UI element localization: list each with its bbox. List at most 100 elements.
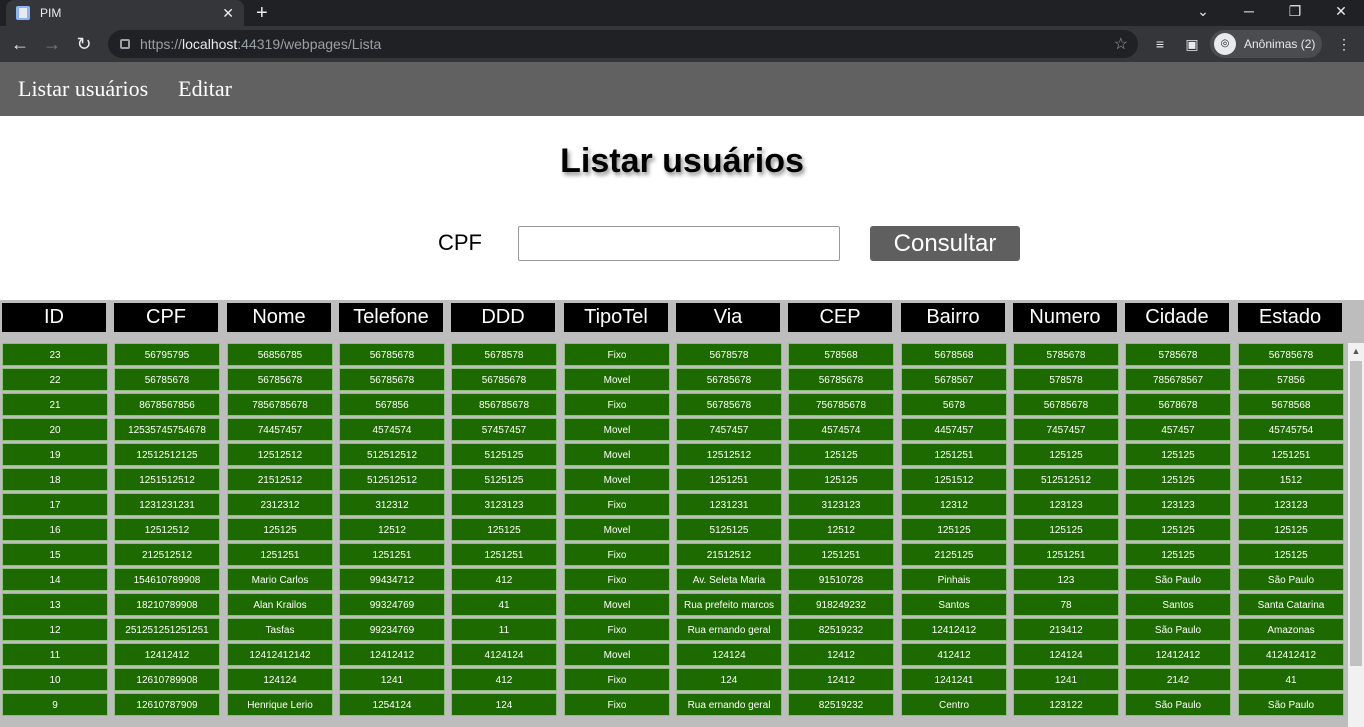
table-cell: 56785678 [1013, 393, 1119, 416]
table-cell: 18 [2, 468, 108, 491]
table-cell: 21 [2, 393, 108, 416]
table-cell: 7457457 [1013, 418, 1119, 441]
table-cell: 56785678 [676, 393, 782, 416]
table-cell: São Paulo [1125, 693, 1231, 716]
users-table: ID CPF Nome Telefone DDD TipoTel Via CEP Bairro N… [0, 300, 1364, 727]
table-cell: 12512 [788, 518, 894, 541]
scroll-thumb[interactable] [1350, 361, 1362, 666]
table-cell: 1251512512 [114, 468, 220, 491]
table-cell: 20 [2, 418, 108, 441]
table-cell: 12535745754678 [114, 418, 220, 441]
app-nav: Listar usuários Editar [0, 62, 1364, 116]
table-cell: São Paulo [1238, 693, 1344, 716]
browser-menu-icon[interactable]: ⋮ [1334, 34, 1354, 54]
table-cell: Fixo [564, 393, 670, 416]
table-cell: 45745754 [1238, 418, 1344, 441]
media-queue-icon[interactable]: ≡ [1150, 34, 1170, 54]
table-cell: 1251251 [1013, 543, 1119, 566]
table-cell: 125125 [901, 518, 1007, 541]
table-cell: 125125 [788, 443, 894, 466]
table-cell: 4457457 [901, 418, 1007, 441]
table-cell: 1251512 [901, 468, 1007, 491]
table-cell: 312312 [339, 493, 445, 516]
page-favicon-icon [16, 6, 30, 20]
table-cell: 41 [451, 593, 557, 616]
table-cell: 8678567856 [114, 393, 220, 416]
profile-label: Anônimas (2) [1244, 37, 1316, 51]
table-cell: 125125 [451, 518, 557, 541]
close-tab-icon[interactable]: ✕ [222, 5, 234, 22]
table-cell: 125125 [788, 468, 894, 491]
table-cell: 12512 [339, 518, 445, 541]
back-arrow-icon[interactable]: ← [8, 32, 32, 56]
table-cell: 2142 [1125, 668, 1231, 691]
table-cell: Alan Krailos [227, 593, 333, 616]
reload-icon[interactable]: ↻ [72, 32, 96, 56]
restore-icon[interactable]: ❐ [1280, 0, 1310, 26]
incognito-profile-button[interactable]: ◎ Anônimas (2) [1210, 30, 1322, 58]
consultar-button[interactable]: Consultar [870, 226, 1020, 261]
scroll-up-icon[interactable]: ▲ [1348, 343, 1364, 359]
table-cell: Fixo [564, 543, 670, 566]
address-bar[interactable]: https://localhost:44319/webpages/Lista ☆ [108, 30, 1138, 58]
table-cell: 56785678 [227, 368, 333, 391]
table-scrollbar[interactable]: ▲ [1348, 343, 1364, 727]
table-cell: 125125 [1125, 518, 1231, 541]
table-cell: 7457457 [676, 418, 782, 441]
table-cell: 5125125 [451, 468, 557, 491]
table-cell: 12 [2, 618, 108, 641]
table-cell: 12512512 [676, 443, 782, 466]
table-row: 22 56785678 56785678 56785678 56785678 Movel 5… [0, 368, 1348, 393]
table-row: 13 18210789908 Alan Krailos 99324769 41 Movel… [0, 593, 1348, 618]
bookmark-star-icon[interactable]: ☆ [1114, 34, 1128, 54]
table-cell: Movel [564, 518, 670, 541]
forward-arrow-icon[interactable]: → [40, 32, 64, 56]
column-header-via: Via [676, 303, 780, 332]
table-cell: 5678578 [451, 343, 557, 366]
minimize-icon[interactable]: ─ [1234, 0, 1264, 26]
table-cell: 74457457 [227, 418, 333, 441]
table-cell: Tasfas [227, 618, 333, 641]
table-cell: Santa Catarina [1238, 593, 1344, 616]
table-row: 9 12610787909 Henrique Lerio 1254124 124 Fixo… [0, 693, 1348, 718]
table-cell: 5678678 [1125, 393, 1231, 416]
table-cell: 12412412 [1125, 643, 1231, 666]
nav-editar[interactable]: Editar [178, 76, 232, 102]
table-cell: 21512512 [676, 543, 782, 566]
table-cell: Fixo [564, 343, 670, 366]
table-cell: 12512512 [114, 518, 220, 541]
nav-listar-usuarios[interactable]: Listar usuários [18, 76, 148, 102]
table-cell: 99234769 [339, 618, 445, 641]
table-row: 12 251251251251251 Tasfas 99234769 11 Fixo Rua… [0, 618, 1348, 643]
table-cell: 1254124 [339, 693, 445, 716]
table-cell: 56785678 [339, 368, 445, 391]
table-cell: Movel [564, 368, 670, 391]
table-cell: São Paulo [1238, 568, 1344, 591]
table-cell: 3123123 [451, 493, 557, 516]
table-cell: 56785678 [676, 368, 782, 391]
close-window-icon[interactable]: ✕ [1326, 0, 1356, 26]
table-row: 21 8678567856 7856785678 567856 856785678 Fix… [0, 393, 1348, 418]
browser-tab[interactable]: PIM ✕ [6, 0, 244, 26]
column-header-bairro: Bairro [901, 303, 1005, 332]
url-host: localhost [182, 36, 238, 52]
table-cell: 78 [1013, 593, 1119, 616]
table-cell: 5678568 [1238, 393, 1344, 416]
column-header-id: ID [2, 303, 106, 332]
table-cell: 124124 [227, 668, 333, 691]
table-cell: 5785678 [1125, 343, 1231, 366]
table-row: 18 1251512512 21512512 512512512 5125125 Move… [0, 468, 1348, 493]
table-cell: 123123 [1125, 493, 1231, 516]
table-cell: 99434712 [339, 568, 445, 591]
table-cell: 12312 [901, 493, 1007, 516]
cpf-input[interactable] [518, 226, 840, 261]
new-tab-icon[interactable]: + [256, 0, 268, 26]
table-cell: Movel [564, 418, 670, 441]
table-cell: 512512512 [1013, 468, 1119, 491]
lock-icon [120, 39, 130, 49]
side-panel-icon[interactable]: ▣ [1182, 34, 1202, 54]
table-row: 10 12610789908 124124 1241 412 Fixo 124 12412 12… [0, 668, 1348, 693]
search-form: CPF Consultar [0, 226, 1364, 262]
table-cell: 16 [2, 518, 108, 541]
chevron-down-icon[interactable]: ⌄ [1188, 0, 1218, 26]
